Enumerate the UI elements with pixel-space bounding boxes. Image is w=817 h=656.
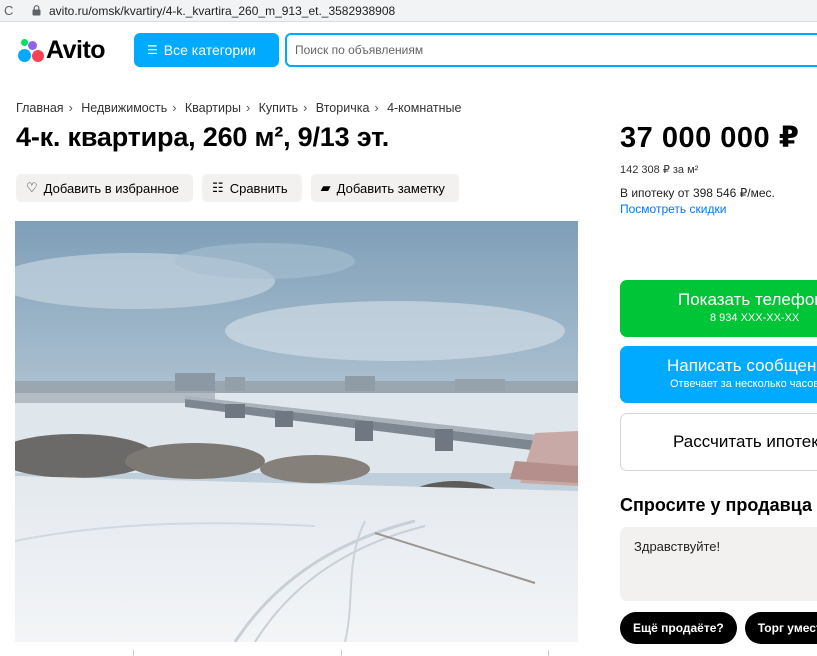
breadcrumb-buy[interactable]: Купить [259,101,299,115]
quick-question-bargain[interactable]: Торг уместен? [744,612,817,644]
breadcrumb-4-rooms[interactable]: 4-комнатные [387,101,461,115]
search-input[interactable] [295,43,817,57]
photo-winter-river-bridge [15,221,578,642]
write-message-button[interactable]: Написать сообщение Отвечает за несколько… [620,346,817,403]
breadcrumb-real-estate[interactable]: Недвижимость [81,101,167,115]
price-per-square-meter: 142 308 ₽ за м² [620,164,699,176]
calculate-mortgage-label: Рассчитать ипотеку [673,432,817,451]
mortgage-info: В ипотеку от 398 546 ₽/мес. [620,186,775,200]
lock-icon [32,5,41,16]
browser-address-bar[interactable]: C avito.ru/omsk/kvartiry/4-k._kvartira_2… [0,0,817,22]
show-phone-label: Показать телефон [678,290,817,309]
breadcrumb-separator-icon: › [374,101,379,115]
phone-mask: 8 934 XXX-XX-XX [710,312,800,324]
reload-icon[interactable]: C [4,3,13,18]
search-box[interactable] [285,33,817,67]
logo-text: Avito [46,35,106,64]
breadcrumb-separator-icon: › [245,101,251,115]
add-note-button[interactable]: ▰ Добавить заметку [310,174,459,202]
breadcrumb-separator-icon: › [172,101,177,115]
breadcrumb: Главная › Недвижимость › Квартиры › Купить ›… [16,101,461,115]
add-to-favorites-label: Добавить в избранное [43,180,180,196]
view-discounts-link[interactable]: Посмотреть скидки [620,202,726,216]
breadcrumb-secondary[interactable]: Вторичка [316,101,370,115]
quick-questions: Ещё продаёте? Торг уместен? [620,612,817,644]
all-categories-button[interactable]: ☰ Все категории [134,33,279,67]
all-categories-label: Все категории [163,42,256,58]
write-message-label: Написать сообщение [667,356,817,375]
note-icon: ▰ [320,180,331,195]
price: 37 000 000 ₽ [620,122,800,154]
breadcrumb-apartments[interactable]: Квартиры [185,101,241,115]
listing-actions: ♡ Добавить в избранное ☷ Сравнить ▰ Доба… [16,174,459,202]
photo-thumbnails-strip [15,650,578,656]
ask-seller-message-text: Здравствуйте! [634,539,721,554]
ask-seller-message-input[interactable]: Здравствуйте! [620,527,817,601]
url-text[interactable]: avito.ru/omsk/kvartiry/4-k._kvartira_260… [49,4,395,18]
categories-search-icon: ☰ [147,43,158,57]
calculate-mortgage-button[interactable]: Рассчитать ипотеку [620,413,817,471]
breadcrumb-home[interactable]: Главная [16,101,64,115]
compare-button[interactable]: ☷ Сравнить [202,174,302,202]
breadcrumb-separator-icon: › [68,101,73,115]
listing-title: 4-к. квартира, 260 м², 9/13 эт. [16,122,390,152]
breadcrumb-separator-icon: › [303,101,308,115]
compare-icon: ☷ [212,180,224,195]
add-note-label: Добавить заметку [336,180,445,196]
quick-question-still-selling[interactable]: Ещё продаёте? [620,612,737,644]
ask-seller-title: Спросите у продавца [620,495,812,515]
listing-photo[interactable] [15,221,578,642]
heart-icon: ♡ [26,180,38,195]
show-phone-button[interactable]: Показать телефон 8 934 XXX-XX-XX [620,280,817,337]
logo-dots-icon [16,37,44,63]
compare-label: Сравнить [229,180,288,196]
reply-time-label: Отвечает за несколько часов [670,378,817,390]
avito-logo[interactable]: Avito [16,35,106,64]
add-to-favorites-button[interactable]: ♡ Добавить в избранное [16,174,194,202]
